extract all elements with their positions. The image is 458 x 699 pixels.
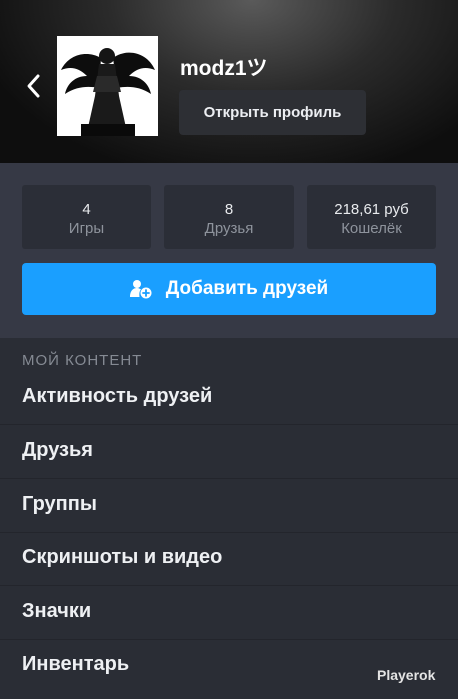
menu-item-groups[interactable]: Группы xyxy=(0,480,458,533)
stat-wallet-value: 218,61 руб xyxy=(334,201,409,218)
stat-friends[interactable]: 8 Друзья xyxy=(164,185,294,249)
stat-games-label: Игры xyxy=(68,220,105,237)
watermark: Playerok xyxy=(377,667,436,683)
menu-item-label: Инвентарь xyxy=(22,653,130,675)
menu-item-label: Друзья xyxy=(22,439,93,461)
stats-panel: 4 Игры 8 Друзья 218,61 руб Кошелёк Добав… xyxy=(0,163,458,338)
menu-item-label: Активность друзей xyxy=(22,385,213,407)
open-profile-button[interactable]: Открыть профиль xyxy=(179,90,366,135)
profile-header: modz1ツ Открыть профиль xyxy=(0,0,458,163)
angel-statue-image xyxy=(57,36,158,136)
stat-wallet-label: Кошелёк xyxy=(341,220,402,237)
back-button[interactable] xyxy=(18,68,48,104)
menu-item-screenshots[interactable]: Скриншоты и видео xyxy=(0,533,458,586)
add-user-icon xyxy=(129,280,152,299)
add-friends-button[interactable]: Добавить друзей xyxy=(22,263,436,315)
stat-games[interactable]: 4 Игры xyxy=(22,185,151,249)
stat-games-value: 4 xyxy=(82,201,91,218)
section-title: МОЙ КОНТЕНТ xyxy=(22,352,143,369)
menu-item-badges[interactable]: Значки xyxy=(0,587,458,640)
menu-item-friends[interactable]: Друзья xyxy=(0,426,458,479)
stat-friends-label: Друзья xyxy=(204,220,254,237)
chevron-left-icon xyxy=(27,74,40,98)
menu-item-friend-activity[interactable]: Активность друзей xyxy=(0,372,458,425)
username: modz1ツ xyxy=(180,57,268,80)
add-friends-label: Добавить друзей xyxy=(165,278,329,299)
menu-item-label: Скриншоты и видео xyxy=(22,546,223,568)
avatar[interactable] xyxy=(57,36,158,136)
menu-item-label: Группы xyxy=(22,493,97,515)
stat-friends-value: 8 xyxy=(224,201,234,218)
menu-item-label: Значки xyxy=(22,600,92,622)
stat-wallet[interactable]: 218,61 руб Кошелёк xyxy=(307,185,436,249)
